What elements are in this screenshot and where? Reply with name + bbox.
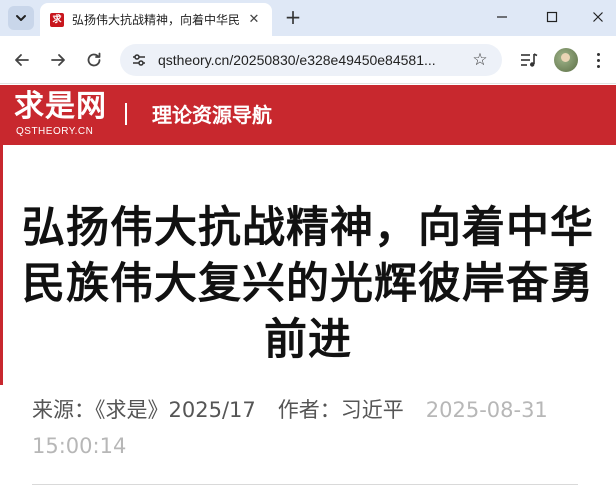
article-title: 弘扬伟大抗战精神，向着中华民族伟大复兴的光辉彼岸奋勇前进	[22, 203, 594, 365]
browser-toolbar: qstheory.cn/20250830/e328e49450e84581...…	[0, 36, 616, 84]
site-info-button[interactable]	[130, 51, 148, 69]
media-control-icon	[521, 53, 538, 67]
new-tab-button[interactable]: +	[282, 7, 304, 29]
logo-text: 求是网	[14, 89, 107, 124]
logo-subtext: QSTHEORY.CN	[16, 126, 94, 137]
article-author: 作者：习近平	[277, 398, 404, 422]
resource-nav-link[interactable]: 理论资源导航	[152, 103, 272, 127]
media-control-button[interactable]	[518, 50, 540, 70]
close-icon	[593, 12, 603, 22]
site-logo[interactable]: 求是网 QSTHEORY.CN	[14, 89, 114, 141]
maximize-icon	[546, 11, 558, 23]
minimize-button[interactable]	[484, 4, 520, 30]
url-text[interactable]: qstheory.cn/20250830/e328e49450e84581...	[158, 52, 458, 68]
tune-icon	[133, 54, 145, 66]
window-close-button[interactable]	[580, 4, 616, 30]
divider	[32, 484, 578, 485]
favicon-icon: 求	[50, 13, 64, 27]
arrow-left-icon	[15, 54, 29, 66]
maximize-button[interactable]	[534, 4, 570, 30]
header-divider	[125, 103, 127, 125]
article-meta: 来源：《求是》2025/17 作者：习近平 2025-08-31 15:00:14	[32, 392, 592, 464]
star-icon[interactable]: ☆	[470, 50, 490, 70]
forward-button[interactable]	[46, 48, 70, 72]
reload-button[interactable]	[82, 48, 106, 72]
tab-title: 弘扬伟大抗战精神，向着中华民	[72, 13, 241, 27]
arrow-right-icon	[51, 54, 65, 66]
page-edge-accent	[0, 145, 3, 385]
article-date: 2025-08-31	[425, 398, 548, 422]
more-vert-icon[interactable]	[588, 48, 608, 72]
article-source: 来源：《求是》2025/17	[32, 398, 256, 422]
tab-strip: 求 弘扬伟大抗战精神，向着中华民 ✕ +	[0, 0, 616, 36]
profile-avatar[interactable]	[554, 48, 578, 72]
site-header: 求是网 QSTHEORY.CN 理论资源导航	[0, 85, 616, 145]
address-bar[interactable]: qstheory.cn/20250830/e328e49450e84581...…	[120, 44, 502, 76]
article-time: 15:00:14	[32, 434, 127, 458]
reload-icon	[87, 52, 101, 67]
tab-close-icon[interactable]: ✕	[246, 12, 262, 28]
minimize-icon	[497, 16, 507, 18]
back-button[interactable]	[10, 48, 34, 72]
tab-search-button[interactable]	[8, 6, 34, 30]
active-tab[interactable]: 求 弘扬伟大抗战精神，向着中华民 ✕	[40, 3, 272, 36]
chevron-down-icon	[16, 15, 26, 21]
